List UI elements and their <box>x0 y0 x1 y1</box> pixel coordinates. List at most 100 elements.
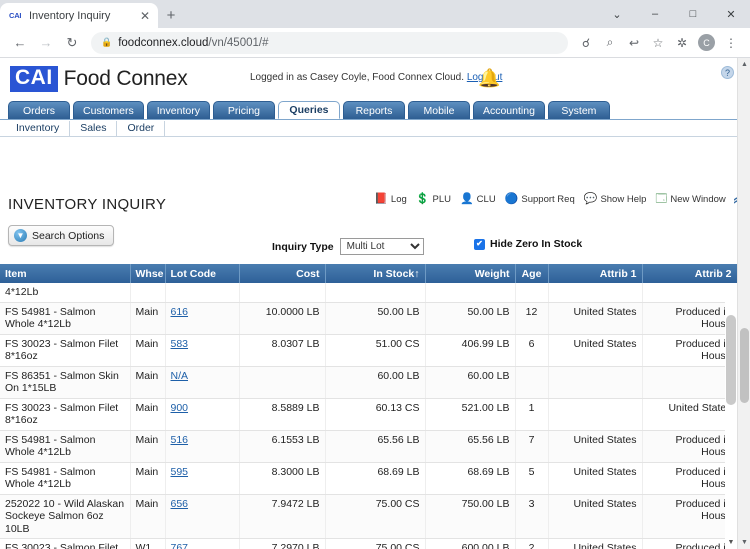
table-row-partial[interactable]: 4*12Lb <box>0 283 738 303</box>
lot-code-link[interactable]: 516 <box>171 434 189 446</box>
cell-lot[interactable]: 595 <box>165 462 240 495</box>
lot-code-link[interactable]: 595 <box>171 466 189 478</box>
column-header-instock[interactable]: In Stock↑ <box>325 264 426 283</box>
page-scroll-down-icon[interactable]: ▼ <box>738 536 750 549</box>
url-domain: foodconnex.cloud <box>118 36 209 49</box>
table-row[interactable]: FS 54981 - Salmon Whole 4*12Lb Main 595 8.3… <box>0 462 738 495</box>
cell-lot[interactable]: 583 <box>165 334 240 367</box>
hide-zero-in-stock-checkbox[interactable]: ✔ Hide Zero In Stock <box>474 238 582 250</box>
bookmark-star-icon[interactable]: ☆ <box>647 32 669 54</box>
minimize-icon[interactable]: – <box>636 0 674 28</box>
cell-lot[interactable]: 767 <box>165 538 240 549</box>
nav-tab-orders[interactable]: Orders <box>8 101 70 119</box>
login-info: Logged in as Casey Coyle, Food Connex Cl… <box>250 72 502 83</box>
column-header-lot[interactable]: Lot Code <box>165 264 240 283</box>
lot-code-link[interactable]: 900 <box>171 402 189 414</box>
column-header-attrib2[interactable]: Attrib 2 <box>642 264 738 283</box>
new-window-icon: 🗔 <box>655 193 668 205</box>
cell-whse: Main <box>130 430 166 463</box>
logo-text: Food Connex <box>63 66 188 90</box>
cell-cost: 8.3000 LB <box>239 462 326 495</box>
column-header-weight[interactable]: Weight <box>425 264 516 283</box>
help-icon[interactable]: ? <box>721 66 734 79</box>
cell-lot[interactable]: N/A <box>165 366 240 399</box>
cell-weight: 600.00 LB <box>425 538 516 549</box>
back-icon[interactable]: ← <box>8 31 32 55</box>
page-title: INVENTORY INQUIRY <box>8 196 167 213</box>
table-row[interactable]: FS 30023 - Salmon Filet 8*16ozW1 767 7.297… <box>0 538 738 549</box>
grid-scroll-down-button[interactable]: ▼ <box>725 537 737 547</box>
lot-code-link[interactable]: 616 <box>171 306 189 318</box>
cell-attrib1: United States <box>548 430 643 463</box>
chevron-down-icon[interactable]: ⌄ <box>598 0 636 28</box>
page-scrollbar[interactable]: ▲ ▼ <box>737 58 750 549</box>
grid-scrollbar-thumb[interactable] <box>726 315 736 405</box>
toolbar-new-window[interactable]: 🗔 New Window <box>655 193 726 206</box>
cell-whse: Main <box>130 366 166 399</box>
toolbar-support-req[interactable]: 🔵 Support Req <box>505 194 575 206</box>
page-scroll-up-icon[interactable]: ▲ <box>738 58 750 71</box>
extensions-puzzle-icon[interactable]: ✲ <box>671 32 693 54</box>
toolbar-label: Support Req <box>521 194 575 205</box>
toolbar-plu[interactable]: 💲 PLU <box>416 194 451 206</box>
menu-kebab-icon[interactable]: ⋮ <box>720 32 742 54</box>
cell-attrib2 <box>642 366 738 399</box>
toolbar-log[interactable]: 📕 Log <box>374 194 407 206</box>
close-icon[interactable]: ✕ <box>138 9 152 23</box>
table-header-row: Item Whse Lot Code Cost In Stock↑ Weight Age At… <box>0 264 738 283</box>
toolbar-show-help[interactable]: 💬 Show Help <box>584 194 647 206</box>
table-body: 4*12Lb FS 54981 - Salmon Whole 4*12Lb Main… <box>0 283 738 549</box>
nav-tab-customers[interactable]: Customers <box>73 101 144 119</box>
subnav-item-inventory[interactable]: Inventory <box>6 120 71 136</box>
nav-tab-reports[interactable]: Reports <box>342 101 405 119</box>
nav-tab-pricing[interactable]: Pricing <box>212 101 275 119</box>
forward-icon[interactable]: → <box>34 31 58 55</box>
new-tab-icon[interactable]: + <box>158 3 184 28</box>
table-row[interactable]: FS 54981 - Salmon Whole 4*12Lb Main 616 10.… <box>0 302 738 335</box>
column-header-cost[interactable]: Cost <box>239 264 326 283</box>
inquiry-type-select[interactable]: Multi Lot <box>339 238 424 255</box>
cell-lot[interactable]: 656 <box>165 494 240 539</box>
table-row[interactable]: FS 30023 - Salmon Filet 8*16oz Main 583 8.0… <box>0 334 738 367</box>
column-header-whse[interactable]: Whse <box>130 264 166 283</box>
column-header-item[interactable]: Item <box>0 264 131 283</box>
lot-code-link[interactable]: 767 <box>171 542 189 549</box>
page-scrollbar-thumb[interactable] <box>740 328 749 403</box>
cell-attrib1 <box>548 283 643 303</box>
cell-cost: 8.5889 LB <box>239 398 326 431</box>
nav-tab-system[interactable]: System <box>547 101 610 119</box>
browser-tab[interactable]: CAI Inventory Inquiry ✕ <box>0 3 158 28</box>
table-row[interactable]: FS 54981 - Salmon Whole 4*12Lb Main 516 6.1… <box>0 430 738 463</box>
nav-tab-inventory[interactable]: Inventory <box>146 101 210 119</box>
window-close-icon[interactable]: ✕ <box>712 0 750 28</box>
share-icon[interactable]: ↩ <box>623 32 645 54</box>
cell-lot[interactable]: 900 <box>165 398 240 431</box>
subnav-item-sales[interactable]: Sales <box>70 120 118 136</box>
grid-scrollbar[interactable]: ▼ <box>725 283 737 549</box>
subnav-item-order[interactable]: Order <box>117 120 166 136</box>
nav-tab-accounting[interactable]: Accounting <box>472 101 545 119</box>
address-bar[interactable]: 🔒 foodconnex.cloud/vn/45001/# <box>91 31 568 54</box>
cell-cost <box>239 283 326 303</box>
reload-icon[interactable]: ↻ <box>60 31 84 55</box>
notification-bell-icon[interactable]: 🔔 <box>478 68 500 89</box>
toolbar-label: New Window <box>670 194 726 205</box>
avatar[interactable]: C <box>698 34 715 51</box>
table-row[interactable]: 252022 10 - Wild Alaskan Sockeye Salmon … <box>0 494 738 539</box>
search-icon[interactable]: ⌕ <box>599 32 621 54</box>
table-row[interactable]: FS 86351 - Salmon Skin On 1*15LB Main N/A 6… <box>0 366 738 399</box>
nav-tab-queries[interactable]: Queries <box>277 101 340 119</box>
search-options-button[interactable]: ▼ Search Options <box>8 225 115 246</box>
cell-lot[interactable]: 516 <box>165 430 240 463</box>
cell-lot[interactable]: 616 <box>165 302 240 335</box>
column-header-age[interactable]: Age <box>515 264 549 283</box>
nav-tab-mobile[interactable]: Mobile <box>407 101 470 119</box>
lot-code-link[interactable]: N/A <box>171 370 189 382</box>
lot-code-link[interactable]: 656 <box>171 498 189 510</box>
maximize-icon[interactable]: □ <box>674 0 712 28</box>
lot-code-link[interactable]: 583 <box>171 338 189 350</box>
key-icon[interactable]: ☌ <box>575 32 597 54</box>
column-header-attrib1[interactable]: Attrib 1 <box>548 264 643 283</box>
table-row[interactable]: FS 30023 - Salmon Filet 8*16oz Main 900 8.5… <box>0 398 738 431</box>
toolbar-clu[interactable]: 👤 CLU <box>460 194 496 206</box>
